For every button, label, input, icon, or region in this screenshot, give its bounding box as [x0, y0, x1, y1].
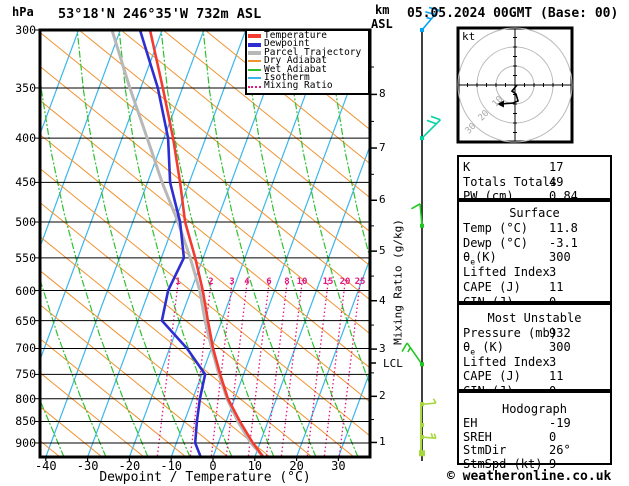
hodograph-unit-label: kt — [462, 30, 476, 43]
km-tick-label: 7 — [379, 141, 386, 155]
km-tick-label: 5 — [379, 244, 386, 258]
pressure-unit-label: hPa — [12, 5, 34, 19]
pressure-tick-label: 600 — [15, 283, 36, 298]
wind-barb — [401, 342, 424, 367]
pressure-tick-label: 400 — [15, 131, 36, 146]
km-tick-label: 8 — [379, 87, 386, 101]
table-row-label: Lifted Index — [463, 265, 550, 280]
table-row-value: 11 — [549, 280, 564, 294]
table-row-value: 3 — [549, 265, 557, 280]
km-tick-label: 4 — [379, 293, 386, 307]
km-tick-label: 2 — [379, 389, 386, 403]
table-row-value: -3.1 — [549, 235, 578, 250]
table-row-value: 11.8 — [549, 220, 578, 235]
km-tick-label: 6 — [379, 193, 386, 207]
mixing-ratio-line — [280, 279, 304, 456]
temperature-tick-label: 30 — [331, 459, 346, 473]
table-row-value: 26° — [549, 443, 571, 458]
pressure-tick-label: 550 — [15, 250, 36, 265]
wind-barb — [419, 450, 425, 457]
km-tick-label: 1 — [379, 435, 386, 449]
mixing-ratio-line — [265, 279, 289, 456]
table-header: Surface — [509, 206, 560, 220]
table-row-label: CAPE (J) — [463, 280, 521, 294]
legend-swatch-wet-adiabat — [248, 68, 261, 71]
table-row-label: CAPE (J) — [463, 369, 521, 384]
temp-axis-title: Dewpoint / Temperature (°C) — [99, 470, 311, 485]
table-row-label: Temp (°C) — [463, 220, 529, 235]
legend-swatch-isotherm — [248, 77, 261, 80]
page-title: 53°18'N 246°35'W 732m ASL — [58, 6, 262, 22]
pressure-tick-label: 850 — [15, 414, 36, 429]
table-row-value: -19 — [549, 415, 571, 430]
legend-swatch-parcel-trajectory — [248, 50, 261, 55]
table-box-surface: Surface Temp (°C) 11.8 Dewp (°C) -3.1 θe(K) 30… — [457, 200, 612, 309]
legend-box: Temperature Dewpoint Parcel Trajectory Dry … — [245, 29, 370, 95]
pressure-tick-label: 900 — [15, 435, 36, 450]
wind-barb — [420, 115, 441, 141]
pressure-tick-label: 800 — [15, 391, 36, 406]
legend-item: Mixing Ratio — [247, 80, 368, 92]
pressure-tick-label: 700 — [15, 341, 36, 356]
pressure-tick-label: 450 — [15, 175, 36, 190]
mixing-ratio-value-label: 4 — [244, 277, 250, 287]
table-row-value: 300 — [549, 250, 571, 265]
mixing-ratio-line — [210, 279, 234, 456]
table-row-label: SREH — [463, 429, 492, 444]
table-row-label: EH — [463, 415, 478, 430]
pressure-tick-label: 350 — [15, 80, 36, 95]
mixing-ratio-value-label: 10 — [296, 277, 308, 287]
table-row-value: 300 — [549, 340, 571, 355]
wind-barb — [420, 423, 424, 428]
table-row-label: Totals Totals — [463, 174, 557, 189]
legend-swatch-dry-adiabat — [248, 60, 261, 63]
pressure-tick-label: 650 — [15, 313, 36, 328]
copyright-label: © weatheronline.co.uk — [447, 469, 612, 484]
altitude-unit-asl-label: ASL — [371, 17, 393, 31]
wet-adiabat-line — [118, 31, 233, 456]
table-row-value: 11 — [549, 369, 564, 384]
table-row-label: K — [463, 160, 471, 174]
altitude-unit-km-label: km — [375, 3, 390, 17]
mixing-ratio-value-label: 15 — [322, 277, 334, 287]
mixing-ratio-value-label: 6 — [266, 277, 272, 287]
mixing-ratio-value-label: 3 — [229, 277, 235, 287]
mixing-ratio-value-label: 8 — [284, 277, 290, 287]
mixing-ratio-axis-label: Mixing Ratio (g/kg) — [391, 219, 405, 345]
legend-swatch-mixing-ratio — [248, 85, 261, 88]
table-row-label: StmDir — [463, 443, 507, 458]
pressure-tick-label: 750 — [15, 367, 36, 382]
mixing-ratio-value-label: 1 — [175, 277, 181, 287]
mixing-ratio-value-label: 20 — [339, 277, 351, 287]
wet-adiabat-line — [76, 31, 191, 456]
legend-label: Mixing Ratio — [264, 80, 333, 92]
table-box-indices: K 17 Totals Totals 49 PW (cm) 0.84 — [457, 155, 612, 203]
km-tick-label: 3 — [379, 342, 386, 356]
table-row-value: 0 — [549, 429, 557, 444]
temperature-tick-label: -40 — [34, 459, 57, 473]
lcl-label: LCL — [383, 357, 403, 370]
table-box-most-unstable: Most Unstable Pressure (mb) 932 θe (K) 300 Li… — [457, 303, 612, 398]
table-row-value: 932 — [549, 325, 571, 340]
mixing-ratio-value-label: 2 — [208, 277, 214, 287]
table-row-value: 49 — [549, 174, 564, 189]
table-box-hodograph: Hodograph EH -19 SREH 0 StmDir 26° StmSpd (kt) 9 — [457, 391, 612, 471]
table-header: Hodograph — [501, 402, 568, 416]
table-row-label: Lifted Index — [463, 354, 550, 369]
table-row-label: Pressure (mb) — [463, 325, 557, 340]
legend-swatch-dewpoint — [248, 42, 261, 47]
pressure-tick-label: 500 — [15, 215, 36, 230]
mixing-ratio-value-label: 25 — [354, 277, 366, 287]
skewt-sounding-page: hPa 53°18'N 246°35'W 732m ASL km ASL 05.… — [0, 0, 629, 486]
table-header: Most Unstable — [487, 311, 582, 325]
datetime-label: 05.05.2024 00GMT (Base: 00) — [407, 6, 619, 21]
table-row-value: 17 — [549, 160, 564, 174]
isotherm-line — [87, 31, 247, 456]
legend-swatch-temperature — [248, 34, 261, 39]
isotherm-line — [45, 31, 205, 456]
table-row-value: 3 — [549, 354, 557, 369]
pressure-tick-label: 300 — [15, 23, 36, 37]
table-row-label: Dewp (°C) — [463, 235, 529, 250]
